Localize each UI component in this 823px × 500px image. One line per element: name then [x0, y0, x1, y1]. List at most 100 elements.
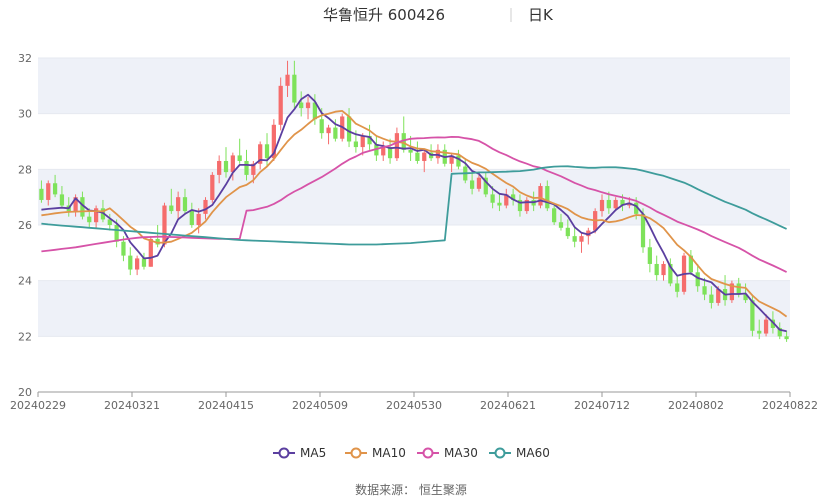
candle-body — [292, 74, 297, 103]
candle-body — [394, 133, 400, 159]
x-tick-label: 20240802 — [668, 399, 724, 412]
candle-body — [121, 241, 126, 256]
candle-body — [52, 183, 58, 195]
x-tick-label: 20240229 — [10, 399, 66, 412]
candle-body — [244, 160, 249, 175]
candle-body — [675, 283, 680, 292]
candle-body — [640, 213, 646, 248]
legend-item-ma10[interactable]: MA10 — [345, 446, 406, 460]
candle-body — [223, 160, 229, 173]
grid-band — [38, 169, 790, 225]
legend-marker — [494, 447, 506, 459]
y-tick-label: 26 — [18, 219, 32, 232]
x-tick-label: 20240509 — [292, 399, 348, 412]
candle-body — [408, 149, 413, 153]
candle-body — [210, 174, 215, 200]
candle-body — [346, 116, 352, 142]
legend[interactable]: MA5 MA10 MA30 MA60 — [273, 446, 550, 460]
candle-body — [319, 119, 324, 134]
candle-body — [415, 152, 420, 161]
candle-body — [654, 263, 659, 276]
candle-body — [647, 247, 652, 264]
legend-label: MA10 — [372, 446, 406, 460]
candle-body — [360, 135, 365, 148]
chart-title-period: 日K — [528, 6, 554, 24]
candle-body — [333, 127, 338, 139]
candle-body — [763, 319, 769, 334]
legend-label: MA60 — [516, 446, 550, 460]
candle-body — [203, 199, 208, 214]
candle-body — [702, 286, 707, 295]
candle-body — [545, 186, 550, 209]
candle-body — [169, 205, 174, 212]
grid-band — [38, 58, 790, 114]
candle-body — [114, 225, 119, 242]
legend-marker — [422, 447, 434, 459]
x-tick-label: 20240822 — [762, 399, 818, 412]
x-tick-label: 20240415 — [198, 399, 254, 412]
candle-body — [299, 102, 304, 109]
legend-label: MA30 — [444, 446, 478, 460]
candle-body — [285, 74, 290, 86]
candle-body — [39, 188, 44, 200]
candle-body — [709, 294, 714, 303]
candle-body — [579, 236, 584, 242]
legend-marker — [350, 447, 362, 459]
candle-body — [189, 211, 194, 225]
candle-body — [128, 255, 133, 270]
candle-body — [469, 180, 475, 189]
candle-body — [661, 263, 666, 276]
candle-body — [750, 300, 755, 331]
candle-body — [456, 155, 461, 167]
candle-body — [326, 127, 331, 134]
candle-body — [176, 197, 181, 212]
candle-body — [565, 227, 570, 237]
x-tick-label: 20240530 — [386, 399, 442, 412]
y-tick-label: 32 — [18, 52, 32, 65]
x-tick-label: 20240621 — [480, 399, 536, 412]
candle-body — [59, 194, 65, 206]
candle-body — [87, 216, 92, 223]
candle-body — [264, 144, 270, 159]
candlestick-chart: 20 22 24 26 28 30 32 20240229 20240321 20240415 20… — [10, 6, 818, 497]
candle-body — [757, 330, 762, 334]
candle-body — [599, 199, 605, 212]
candle-body — [784, 336, 789, 340]
candle-body — [230, 155, 235, 173]
candle-body — [46, 183, 51, 200]
candle-body — [558, 222, 564, 228]
candle-body — [135, 258, 140, 270]
candle-body — [237, 155, 242, 161]
candle-body — [613, 199, 618, 209]
legend-label: MA5 — [300, 446, 326, 460]
y-tick-label: 30 — [18, 108, 32, 121]
legend-item-ma5[interactable]: MA5 — [273, 446, 326, 460]
legend-item-ma60[interactable]: MA60 — [489, 446, 550, 460]
candle-body — [572, 236, 577, 242]
chart-container: 20 22 24 26 28 30 32 20240229 20240321 20240415 20… — [0, 0, 823, 500]
legend-item-ma30[interactable]: MA30 — [417, 446, 478, 460]
data-source: 数据来源： 恒生聚源 — [355, 482, 467, 497]
y-tick-label: 20 — [18, 386, 32, 399]
candle-body — [278, 85, 283, 125]
candle-body — [217, 160, 222, 175]
candle-body — [490, 194, 495, 203]
y-tick-label: 22 — [18, 330, 32, 343]
candle-body — [148, 238, 153, 267]
chart-title-stock: 华鲁恒升 600426 — [323, 6, 445, 24]
y-tick-label: 24 — [18, 275, 32, 288]
y-tick-label: 28 — [18, 163, 32, 176]
candle-body — [305, 102, 311, 109]
candle-body — [422, 152, 427, 161]
candle-body — [141, 258, 147, 267]
x-tick-label: 20240712 — [574, 399, 630, 412]
candle-body — [353, 141, 359, 148]
legend-marker — [278, 447, 290, 459]
candle-body — [606, 199, 611, 209]
candle-body — [736, 283, 741, 295]
candle-body — [476, 177, 482, 189]
candle-body — [538, 186, 543, 206]
candle-body — [196, 213, 201, 225]
candle-body — [182, 197, 188, 212]
candle-body — [497, 202, 502, 206]
